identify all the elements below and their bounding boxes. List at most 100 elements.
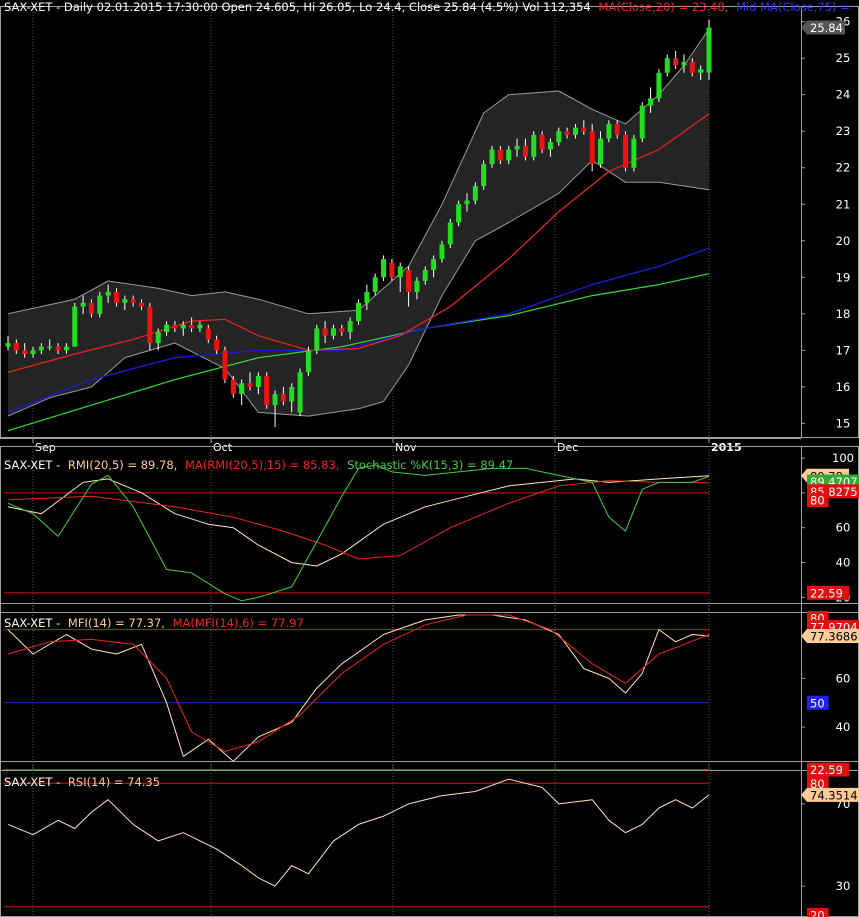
rmi-header-ma: MA(RMI(20,5),15) = 85.83,: [185, 458, 339, 472]
candle-body: [422, 270, 428, 281]
last-price-tag-label: 25.84: [810, 21, 843, 35]
candle-body: [55, 346, 61, 351]
candle-body: [472, 186, 478, 201]
candle: [381, 255, 387, 281]
candle-body: [673, 58, 679, 66]
candle-body: [564, 131, 570, 135]
rmi-header-rmi: RMI(20,5) = 89.78,: [68, 458, 177, 472]
candle-body: [389, 262, 395, 278]
candle-body: [239, 383, 245, 395]
candle-body: [631, 138, 637, 168]
candle-body: [614, 123, 620, 135]
candle-body: [164, 324, 170, 333]
candle-body: [406, 270, 412, 292]
candle: [456, 200, 462, 227]
candle-body: [497, 149, 503, 161]
candle-body: [5, 343, 11, 347]
candle: [97, 291, 103, 318]
candle-body: [297, 372, 303, 413]
y-tick-label: 60: [836, 671, 851, 685]
candle-body: [80, 302, 86, 307]
value-tag-label: 74.3514: [810, 788, 858, 802]
candle-body: [172, 324, 178, 329]
candle-body: [539, 134, 545, 150]
candle-body: [63, 346, 69, 351]
y-tick-label: 40: [836, 720, 851, 734]
price-header-ma: MA(Close,20) = 23.48,: [598, 0, 728, 14]
candle: [297, 368, 303, 417]
candle-body: [155, 332, 161, 344]
y-tick-label: 17: [836, 343, 851, 357]
candle-body: [447, 222, 453, 245]
candle-body: [272, 394, 278, 406]
mfi-header-prefix: SAX-XET -: [4, 616, 60, 630]
candle: [706, 19, 712, 81]
month-label-oct: Oct: [213, 441, 233, 454]
candle: [222, 346, 228, 384]
y-tick-label: 22: [836, 161, 851, 175]
candle-body: [130, 299, 136, 303]
candle: [305, 346, 311, 376]
y-tick-label: 18: [836, 307, 851, 321]
y-tick-label: 23: [836, 124, 851, 138]
mfi-header-ma: MA(MFI(14),6) = 77.97: [173, 616, 304, 630]
candle-body: [339, 328, 345, 333]
y-tick-label: 24: [836, 88, 851, 102]
candle-body: [122, 299, 128, 303]
candle: [656, 69, 662, 102]
candle-body: [289, 386, 295, 402]
candle-body: [681, 61, 687, 66]
candle-body: [572, 127, 578, 135]
candle-body: [88, 302, 94, 314]
candle-body: [589, 131, 595, 165]
candle: [447, 218, 453, 249]
candle-body: [305, 350, 311, 373]
candle: [531, 131, 537, 161]
candle-body: [13, 343, 19, 351]
candle-body: [38, 346, 44, 351]
candle-body: [347, 321, 353, 333]
candle-body: [648, 98, 654, 106]
price-header-prefix: SAX-XET - Daily 02.01.2015 17:30:00 Open…: [4, 0, 591, 14]
month-label-year: 2015: [711, 441, 742, 454]
candle: [623, 131, 629, 172]
candle-body: [439, 244, 445, 260]
candle-body: [414, 280, 420, 292]
candle-body: [247, 383, 253, 387]
mfi-header-mfi: MFI(14) = 77.37,: [68, 616, 165, 630]
y-tick-label: 19: [836, 270, 851, 284]
candle-body: [214, 339, 220, 351]
candle-body: [205, 328, 211, 340]
candle-body: [481, 164, 487, 186]
candle-body: [147, 306, 153, 344]
candle-body: [280, 394, 286, 402]
candle: [631, 134, 637, 172]
candle-body: [372, 277, 378, 292]
value-tag-label: 77.3686: [810, 630, 858, 644]
candle-body: [598, 138, 604, 165]
candle-body: [656, 72, 662, 99]
candle-body: [556, 131, 562, 143]
candle-body: [47, 346, 53, 348]
candle-body: [514, 145, 520, 150]
value-tag-label: 80: [810, 494, 825, 508]
candle-body: [531, 134, 537, 157]
candle: [481, 160, 487, 190]
candle-body: [664, 58, 670, 73]
candle-body: [230, 379, 236, 395]
y-tick-label: 15: [836, 416, 851, 430]
candle-body: [506, 149, 512, 161]
candle-body: [623, 134, 629, 168]
candle: [639, 102, 645, 143]
y-tick-label: 60: [836, 521, 851, 535]
candle-body: [364, 291, 370, 303]
candle-body: [197, 324, 203, 329]
y-tick-label: 100: [832, 451, 854, 465]
candle-body: [255, 375, 261, 387]
candle-body: [113, 291, 119, 303]
candle: [356, 299, 361, 325]
y-tick-label: 30: [836, 879, 851, 893]
candle-body: [431, 259, 437, 270]
candle-body: [189, 324, 195, 329]
candle-body: [30, 350, 36, 354]
